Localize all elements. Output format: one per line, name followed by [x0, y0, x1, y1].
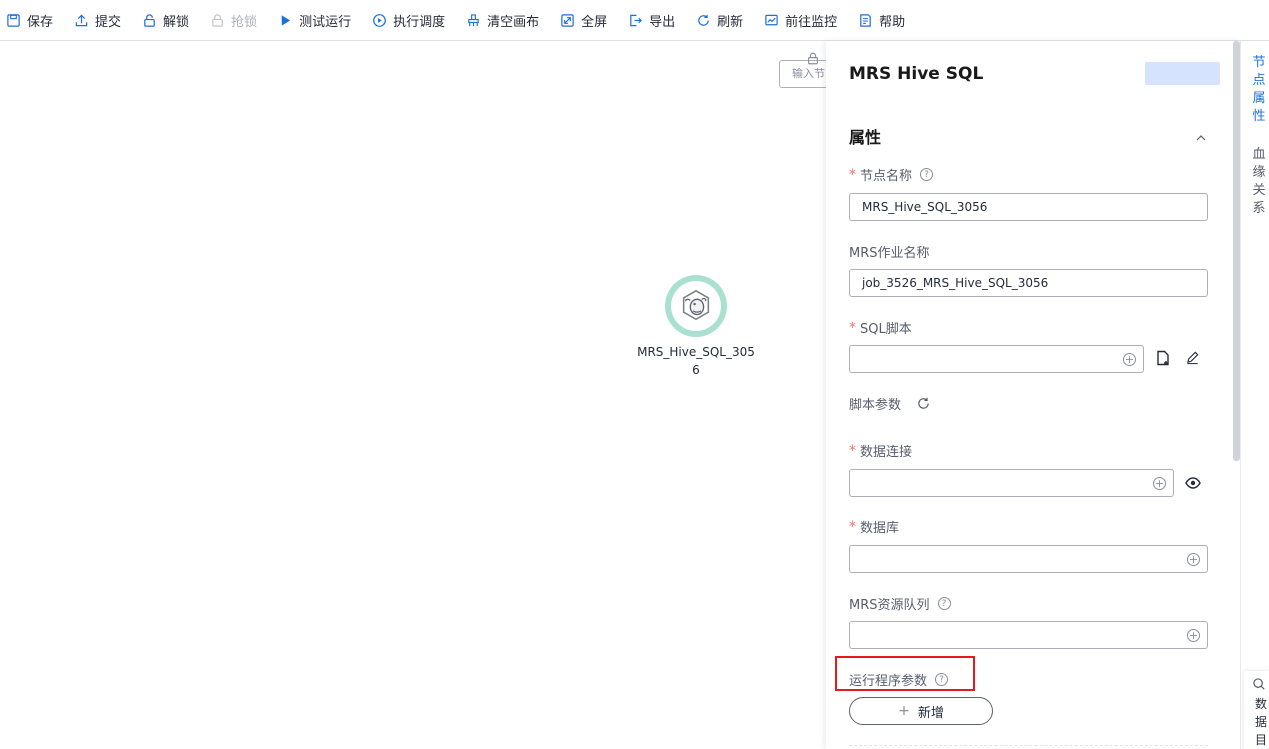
help-icon[interactable]: ?	[937, 597, 951, 610]
database-text: 数据库	[860, 521, 900, 536]
node-name-input[interactable]: MRS_Hive_SQL_3056	[849, 193, 1208, 221]
canvas-search-input[interactable]: 输入节	[779, 60, 829, 88]
required-mark: *	[849, 518, 856, 535]
resource-queue-select[interactable]: +	[849, 621, 1208, 649]
data-connection-select[interactable]: +	[849, 469, 1174, 497]
plus-icon: +	[898, 703, 910, 719]
refresh-button[interactable]: 刷新	[696, 0, 743, 41]
refresh-icon[interactable]	[916, 396, 931, 415]
node-ring	[665, 275, 727, 337]
node-name-label: * 节点名称 ?	[849, 165, 934, 184]
unlock-label: 解锁	[163, 14, 190, 30]
grab-lock-button[interactable]: 抢锁	[210, 0, 257, 41]
save-icon	[7, 13, 20, 27]
edit-icon[interactable]	[1185, 350, 1200, 369]
toolbar: 保存 提交 解锁 抢锁 测试运行 执行调度 清空画布 全屏 导出 刷新 前往监控	[0, 0, 1269, 41]
add-circle-icon[interactable]: +	[1153, 477, 1166, 490]
goto-monitor-button[interactable]: 前往监控	[764, 0, 837, 41]
save-button[interactable]: 保存	[6, 0, 53, 41]
properties-panel: MRS Hive SQL 属性 * 节点名称 ? MRS_Hive_SQL_30…	[826, 41, 1240, 749]
data-connection-label: * 数据连接	[849, 441, 913, 461]
monitor-icon	[765, 14, 778, 25]
lock-icon	[212, 13, 223, 27]
submit-label: 提交	[95, 14, 122, 30]
sql-script-text: SQL脚本	[860, 322, 912, 337]
add-circle-icon[interactable]: +	[1187, 629, 1200, 642]
add-param-label: 新增	[917, 705, 944, 721]
add-param-button[interactable]: + 新增	[849, 697, 993, 725]
export-button[interactable]: 导出	[628, 0, 675, 41]
resource-queue-text: MRS资源队列	[849, 598, 930, 613]
mrs-job-value: job_3526_MRS_Hive_SQL_3056	[862, 276, 1049, 290]
required-mark: *	[849, 166, 856, 183]
resource-queue-label: MRS资源队列 ?	[849, 594, 951, 613]
required-mark: *	[849, 442, 856, 459]
workflow-node[interactable]: MRS_Hive_SQL_3056	[634, 275, 758, 379]
mrs-job-label: MRS作业名称	[849, 242, 930, 261]
panel-scrollbar[interactable]	[1233, 41, 1240, 461]
lock-icon[interactable]	[806, 51, 820, 70]
tab-node-properties[interactable]: 节点属性	[1252, 54, 1266, 126]
save-label: 保存	[27, 14, 54, 30]
node-label: MRS_Hive_SQL_3056	[637, 345, 755, 377]
fullscreen-button[interactable]: 全屏	[560, 0, 607, 41]
play-circle-icon	[373, 13, 386, 27]
script-params-text: 脚本参数	[849, 398, 902, 413]
submit-button[interactable]: 提交	[74, 0, 121, 41]
schedule-button[interactable]: 执行调度	[372, 0, 445, 41]
export-icon	[630, 14, 643, 26]
grab-lock-label: 抢锁	[231, 14, 258, 30]
unlock-button[interactable]: 解锁	[142, 0, 189, 41]
required-mark: *	[849, 319, 856, 336]
upload-icon	[75, 13, 88, 26]
chevron-up-icon[interactable]	[1195, 127, 1207, 146]
clear-canvas-button[interactable]: 清空画布	[466, 0, 539, 41]
help-button[interactable]: 帮助	[858, 0, 905, 41]
help-doc-icon	[860, 13, 871, 27]
workflow-canvas[interactable]	[0, 41, 826, 749]
sql-script-label: * SQL脚本	[849, 318, 912, 338]
panel-title: MRS Hive SQL	[849, 64, 984, 84]
fullscreen-label: 全屏	[581, 14, 608, 30]
divider	[849, 745, 1208, 746]
mrs-job-text: MRS作业名称	[849, 246, 930, 261]
refresh-icon	[698, 14, 709, 26]
export-label: 导出	[649, 14, 676, 30]
play-icon	[281, 14, 291, 26]
mrs-job-input[interactable]: job_3526_MRS_Hive_SQL_3056	[849, 269, 1208, 297]
help-icon[interactable]: ?	[920, 168, 934, 181]
node-name-value: MRS_Hive_SQL_3056	[862, 200, 988, 214]
section-title: 属性	[849, 128, 882, 147]
panel-header-pill	[1145, 62, 1220, 85]
search-icon[interactable]	[1252, 676, 1266, 695]
goto-monitor-label: 前往监控	[785, 14, 838, 30]
tab-lineage[interactable]: 血缘关系	[1252, 146, 1266, 218]
node-name-text: 节点名称	[860, 169, 913, 184]
refresh-label: 刷新	[717, 14, 744, 30]
schedule-label: 执行调度	[393, 14, 446, 30]
database-label: * 数据库	[849, 517, 900, 537]
data-catalog-label: 数据目	[1254, 697, 1267, 747]
broom-icon	[468, 13, 479, 26]
script-params-label: 脚本参数	[849, 394, 901, 413]
data-connection-text: 数据连接	[860, 445, 913, 460]
new-file-icon[interactable]	[1155, 350, 1171, 370]
add-circle-icon[interactable]: +	[1123, 353, 1136, 366]
hive-bee-icon	[671, 281, 721, 331]
highlight-box	[835, 656, 975, 691]
test-run-button[interactable]: 测试运行	[278, 0, 351, 41]
help-label: 帮助	[879, 14, 906, 30]
sql-script-select[interactable]: +	[849, 345, 1144, 373]
fullscreen-icon	[561, 13, 574, 27]
clear-canvas-label: 清空画布	[487, 14, 540, 30]
database-select[interactable]: +	[849, 545, 1208, 573]
test-run-label: 测试运行	[299, 14, 352, 30]
unlock-icon	[144, 13, 155, 27]
add-circle-icon[interactable]: +	[1187, 553, 1200, 566]
eye-icon[interactable]	[1185, 475, 1201, 494]
